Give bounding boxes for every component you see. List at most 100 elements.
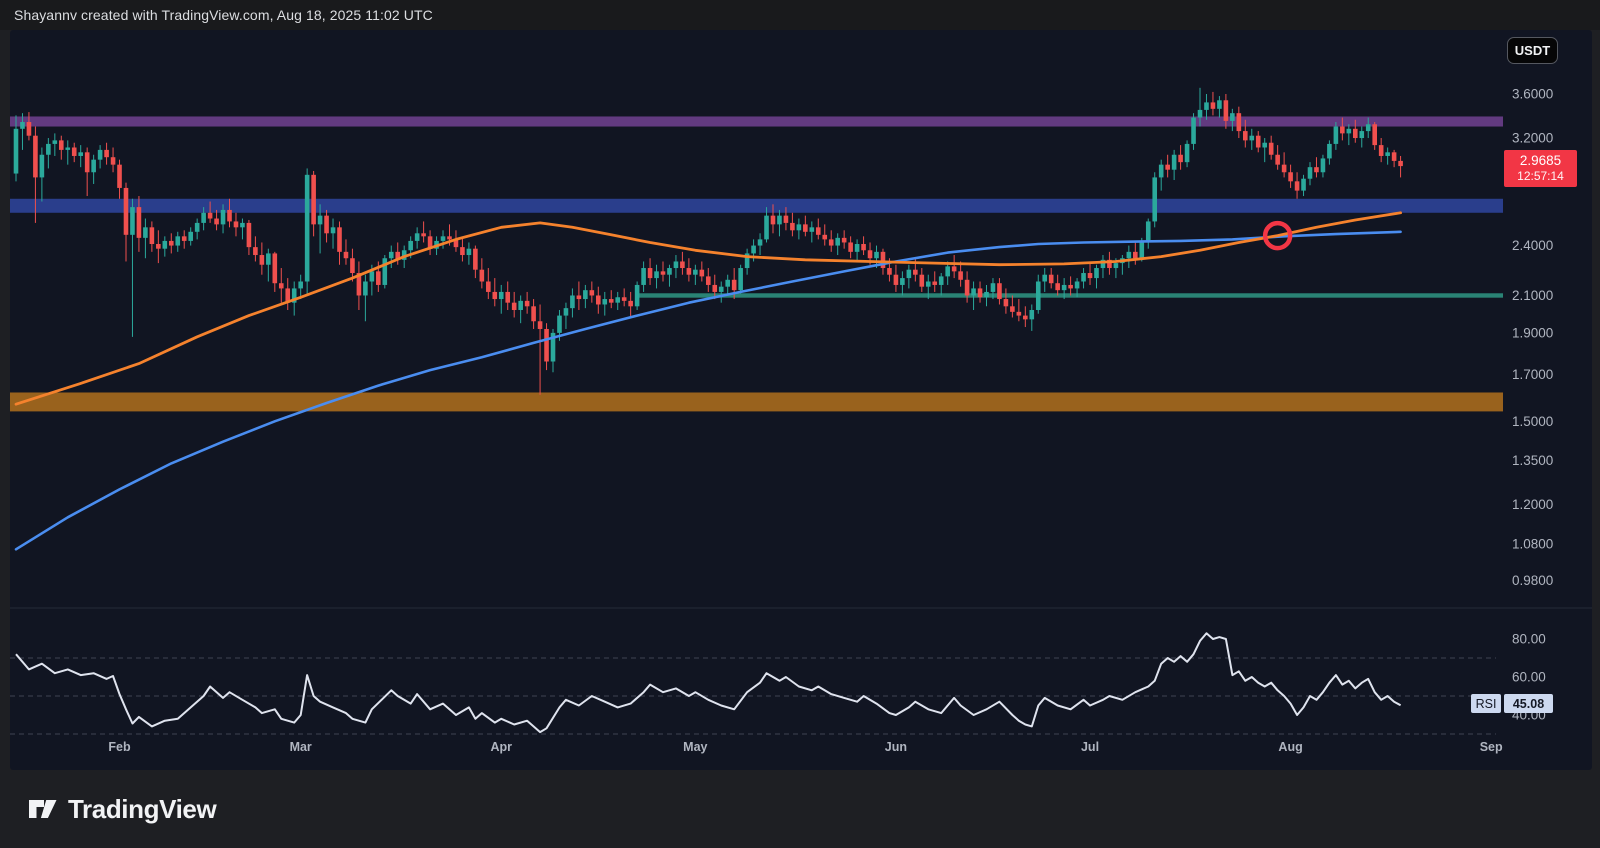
candle-body (227, 210, 232, 222)
candle-body (1256, 136, 1261, 148)
candle-body (1139, 241, 1144, 258)
tradingview-logo-icon (28, 796, 58, 822)
candle-body (622, 297, 627, 301)
candle-body (98, 150, 103, 160)
candle-body (615, 297, 620, 302)
price-axis-label: 1.2000 (1512, 497, 1553, 512)
candle-body (1049, 275, 1054, 284)
candle-body (1398, 161, 1403, 166)
candle-body (1042, 275, 1047, 282)
candle-body (311, 175, 316, 225)
candle-body (848, 242, 853, 251)
candle-body (525, 301, 530, 306)
candle-body (512, 303, 517, 310)
candle-body (324, 216, 329, 234)
candle-body (344, 252, 349, 258)
candle-body (1327, 144, 1332, 159)
price-axis-label: 2.1000 (1512, 288, 1553, 303)
candle-body (965, 280, 970, 296)
chart-canvas[interactable]: 3.60003.20002.40002.10001.90001.70001.50… (0, 0, 1600, 848)
candle-body (1353, 129, 1358, 138)
candle-body (1198, 110, 1203, 118)
price-axis-label: 1.7000 (1512, 367, 1553, 382)
candle-body (1017, 312, 1022, 316)
price-axis-label: 1.3500 (1512, 453, 1553, 468)
candle-body (318, 216, 323, 225)
candle-body (65, 147, 70, 149)
candle-body (350, 258, 355, 273)
candle-body (648, 268, 653, 278)
time-axis-label: Aug (1278, 740, 1302, 754)
candle-body (596, 295, 601, 304)
candle-body (725, 280, 730, 287)
candle-body (939, 276, 944, 285)
time-axis-label: May (683, 740, 707, 754)
footer: TradingView (0, 770, 1600, 848)
last-price-badge: 2.9685 12:57:14 (1504, 150, 1577, 187)
candle-body (1068, 285, 1073, 288)
candle-body (790, 223, 795, 230)
candle-body (945, 266, 950, 276)
teal-support-line (637, 293, 1503, 297)
tradingview-logo-text: TradingView (68, 794, 216, 825)
candle-body (1379, 145, 1384, 156)
rsi-value: 45.08 (1504, 694, 1553, 713)
candle-body (1185, 144, 1190, 162)
candle-body (1127, 252, 1132, 258)
candle-body (111, 157, 116, 164)
candle-body (719, 287, 724, 292)
candle-body (408, 241, 413, 250)
candle-body (1275, 155, 1280, 165)
candle-body (253, 247, 258, 255)
quote-currency-button[interactable]: USDT (1507, 37, 1558, 64)
candle-body (1385, 152, 1390, 156)
candle-body (1334, 127, 1339, 144)
candle-body (1347, 129, 1352, 134)
candle-body (182, 236, 187, 241)
candle-body (751, 246, 756, 254)
candle-body (816, 227, 821, 234)
candle-body (201, 213, 206, 223)
page: Shayannv created with TradingView.com, A… (0, 0, 1600, 848)
rsi-pane (16, 633, 1401, 732)
candle-body (195, 223, 200, 232)
candle-body (234, 221, 239, 227)
candle-body (1004, 299, 1009, 306)
candle-body (1230, 113, 1235, 121)
candle-body (188, 232, 193, 241)
candle-body (835, 238, 840, 246)
price-pane (10, 88, 1503, 549)
candle-body (1301, 179, 1306, 191)
candle-body (1088, 273, 1093, 278)
candle-body (163, 241, 168, 249)
price-axis-label: 3.2000 (1512, 131, 1553, 146)
candle-body (570, 295, 575, 308)
candle-body (40, 155, 45, 178)
candle-body (14, 129, 19, 174)
candle-body (913, 270, 918, 275)
time-axis-label: Apr (490, 740, 512, 754)
candle-body (712, 285, 717, 292)
candle-body (389, 252, 394, 258)
tradingview-logo[interactable]: TradingView (28, 794, 216, 825)
candle-body (1262, 143, 1267, 148)
orange-support-zone (10, 392, 1503, 411)
candle-body (764, 216, 769, 240)
candle-body (1081, 273, 1086, 281)
candle-body (1392, 152, 1397, 161)
candle-body (868, 250, 873, 258)
candle-body (273, 253, 278, 283)
candle-body (687, 268, 692, 275)
candle-body (641, 268, 646, 285)
candle-body (27, 122, 32, 136)
candle-body (538, 321, 543, 329)
candle-body (1062, 285, 1067, 290)
time-axis-label: Jun (885, 740, 907, 754)
candle-body (480, 270, 485, 282)
candle-body (1269, 143, 1274, 155)
candle-body (654, 271, 659, 278)
candle-body (1288, 172, 1293, 181)
candle-body (421, 233, 426, 236)
candle-body (1036, 282, 1041, 310)
candle-body (1114, 263, 1119, 268)
